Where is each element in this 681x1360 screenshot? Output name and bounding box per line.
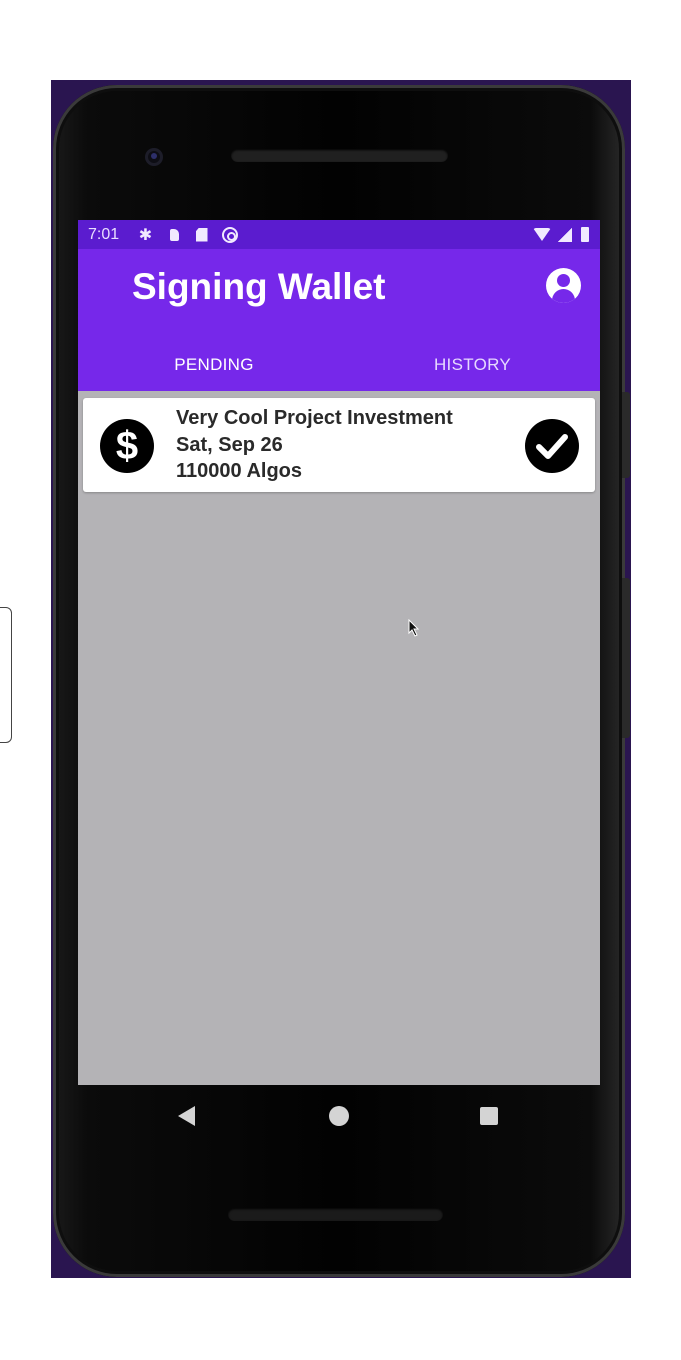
sd-card-icon	[195, 226, 208, 243]
dollar-icon: $	[100, 419, 154, 473]
transaction-date: Sat, Sep 26	[176, 434, 283, 456]
transaction-title: Very Cool Project Investment	[176, 407, 453, 429]
settings-icon: ✱	[138, 226, 153, 244]
mouse-cursor-icon	[408, 619, 420, 637]
transaction-card[interactable]: $ Very Cool Project Investment Sat, Sep …	[83, 398, 595, 492]
transaction-amount: 110000 Algos	[176, 460, 303, 482]
account-head	[557, 274, 570, 287]
recent-apps-icon[interactable]	[480, 1107, 498, 1125]
back-icon[interactable]	[178, 1106, 195, 1126]
camera-lens	[151, 153, 157, 159]
status-time: 7:01	[88, 226, 120, 243]
notification-icon	[168, 226, 180, 243]
bottom-speaker	[228, 1208, 443, 1221]
window-edge	[0, 607, 12, 743]
sync-icon	[221, 226, 239, 243]
approve-button[interactable]	[525, 419, 579, 473]
earpiece-speaker	[231, 149, 448, 162]
device-screen: 7:01 ✱ Signing Wallet PENDING HISTORY $ …	[78, 220, 600, 1085]
volume-button	[622, 392, 630, 478]
account-body	[552, 289, 575, 303]
wifi-icon	[533, 226, 551, 243]
signal-icon	[557, 226, 572, 243]
check-circle-icon	[536, 434, 568, 459]
power-button	[622, 578, 630, 738]
status-bar: 7:01 ✱	[78, 220, 600, 249]
account-circle-icon[interactable]	[546, 268, 581, 303]
app-bar: Signing Wallet PENDING HISTORY	[78, 249, 600, 411]
navigation-bar	[78, 1085, 600, 1147]
screenshot: 7:01 ✱ Signing Wallet PENDING HISTORY $ …	[0, 0, 681, 1360]
app-title: Signing Wallet	[132, 266, 386, 307]
battery-icon	[580, 226, 590, 243]
home-icon[interactable]	[329, 1106, 349, 1126]
